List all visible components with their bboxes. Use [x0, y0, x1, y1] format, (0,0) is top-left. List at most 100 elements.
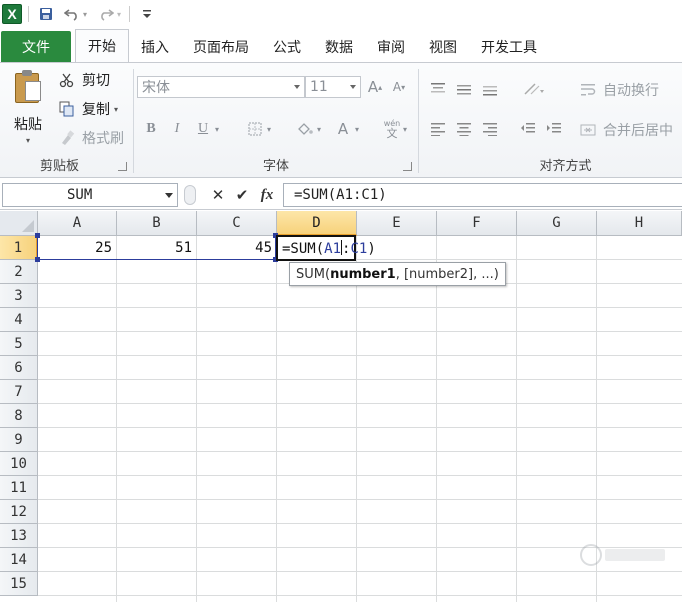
- row-header-6[interactable]: 6: [0, 356, 38, 380]
- align-middle-button[interactable]: [453, 78, 475, 100]
- column-header-e[interactable]: E: [357, 211, 437, 236]
- fill-color-dropdown-icon[interactable]: ▾: [314, 118, 324, 140]
- paste-button[interactable]: 粘贴 ▾: [8, 69, 48, 145]
- column-header-d[interactable]: D: [277, 211, 357, 236]
- tab-file[interactable]: 文件: [1, 31, 71, 62]
- increase-indent-button[interactable]: [543, 118, 565, 140]
- wrap-text-button[interactable]: 自动换行: [579, 79, 659, 101]
- undo-dropdown-icon[interactable]: ▾: [81, 5, 89, 23]
- cut-button[interactable]: 剪切: [58, 69, 110, 91]
- range-handle[interactable]: [35, 233, 40, 238]
- formula-input[interactable]: =SUM(A1:C1): [283, 183, 682, 207]
- row-header-3[interactable]: 3: [0, 284, 38, 308]
- row-header-7[interactable]: 7: [0, 380, 38, 404]
- column-header-c[interactable]: C: [197, 211, 277, 236]
- row-header-8[interactable]: 8: [0, 404, 38, 428]
- tab-insert[interactable]: 插入: [129, 31, 181, 62]
- tooltip-function[interactable]: SUM(: [296, 267, 330, 282]
- align-center-button[interactable]: [453, 118, 475, 140]
- row-header-5[interactable]: 5: [0, 332, 38, 356]
- row-header-14[interactable]: 14: [0, 548, 38, 572]
- align-left-button[interactable]: [427, 118, 449, 140]
- font-name-dropdown-icon[interactable]: [294, 85, 300, 89]
- cancel-icon[interactable]: ✕: [208, 184, 228, 206]
- name-box-dropdown-icon[interactable]: [165, 193, 173, 198]
- merge-cells-icon: [579, 121, 597, 139]
- clipboard-dialog-launcher-icon[interactable]: [118, 162, 127, 171]
- redo-dropdown-icon[interactable]: ▾: [115, 5, 123, 23]
- row-header-4[interactable]: 4: [0, 308, 38, 332]
- grow-font-button[interactable]: A ▴: [364, 76, 386, 98]
- row-header-13[interactable]: 13: [0, 524, 38, 548]
- font-size-dropdown-icon[interactable]: [350, 85, 356, 89]
- range-handle[interactable]: [35, 257, 40, 262]
- orientation-button[interactable]: [519, 78, 549, 100]
- row-header-1[interactable]: 1: [0, 236, 38, 260]
- merge-center-button[interactable]: 合并后居中: [579, 119, 673, 141]
- function-argument-tooltip[interactable]: SUM(number1, [number2], ...): [289, 262, 506, 286]
- font-name-combo[interactable]: 宋体: [137, 76, 305, 98]
- shrink-font-button[interactable]: A ▾: [388, 76, 410, 98]
- font-color-button[interactable]: A: [332, 118, 354, 140]
- column-header-f[interactable]: F: [437, 211, 517, 236]
- font-size-combo[interactable]: 11: [305, 76, 361, 98]
- column-header-g[interactable]: G: [517, 211, 597, 236]
- row-header-15[interactable]: 15: [0, 572, 38, 596]
- format-painter-button[interactable]: 格式刷: [58, 127, 124, 149]
- worksheet-grid[interactable]: A B C D E F G H 1 2 3 4 5 6 7 8 9 10 11 …: [0, 211, 682, 602]
- align-bottom-button[interactable]: [479, 78, 501, 100]
- enter-icon[interactable]: ✔: [232, 184, 252, 206]
- underline-button[interactable]: U: [192, 118, 214, 140]
- alignment-group-label: 对齐方式: [539, 159, 592, 174]
- undo-icon[interactable]: [63, 5, 81, 23]
- tab-page-layout[interactable]: 页面布局: [181, 31, 261, 62]
- font-group: 宋体 11 A ▴ A ▾ B I U ▾ ▾ ▾ A ▾ wén 文 ▾ 字体: [134, 63, 418, 177]
- save-icon[interactable]: [37, 5, 55, 23]
- column-header-a[interactable]: A: [38, 211, 117, 236]
- name-box[interactable]: SUM: [2, 183, 178, 207]
- italic-button[interactable]: I: [166, 118, 188, 140]
- font-name-value: 宋体: [142, 80, 170, 96]
- tab-developer[interactable]: 开发工具: [469, 31, 549, 62]
- customize-qat-icon[interactable]: [138, 5, 156, 23]
- formula-bar-splitter[interactable]: [184, 185, 196, 205]
- alignment-group: 自动换行 合并后居中 对齐方式: [419, 63, 682, 177]
- increase-indent-icon: [547, 123, 561, 133]
- font-color-dropdown-icon[interactable]: ▾: [352, 118, 362, 140]
- copy-dropdown-icon[interactable]: ▾: [114, 105, 118, 114]
- redo-icon[interactable]: [97, 5, 115, 23]
- tooltip-arg-number1[interactable]: number1: [330, 267, 396, 282]
- qat-separator: [28, 6, 29, 22]
- align-right-icon: [483, 123, 497, 136]
- underline-dropdown-icon[interactable]: ▾: [212, 118, 222, 140]
- phonetic-dropdown-icon[interactable]: ▾: [400, 118, 410, 140]
- cell-edit-text[interactable]: =SUM(A1:C1): [282, 240, 376, 257]
- tab-formulas[interactable]: 公式: [261, 31, 313, 62]
- align-top-button[interactable]: [427, 78, 449, 100]
- select-all-corner[interactable]: [0, 211, 38, 236]
- insert-function-icon[interactable]: fx: [257, 184, 277, 206]
- decrease-indent-button[interactable]: [517, 118, 539, 140]
- row-header-9[interactable]: 9: [0, 428, 38, 452]
- paste-dropdown-icon[interactable]: ▾: [26, 136, 30, 145]
- font-group-label: 字体: [262, 159, 289, 174]
- column-header-h[interactable]: H: [597, 211, 682, 236]
- column-header-b[interactable]: B: [117, 211, 197, 236]
- tab-review[interactable]: 审阅: [365, 31, 417, 62]
- tooltip-rest: , [number2], ...): [395, 266, 499, 282]
- align-right-button[interactable]: [479, 118, 501, 140]
- row-header-10[interactable]: 10: [0, 452, 38, 476]
- copy-button[interactable]: 复制 ▾: [58, 98, 118, 120]
- tab-data[interactable]: 数据: [313, 31, 365, 62]
- borders-dropdown-icon[interactable]: ▾: [264, 118, 274, 140]
- active-cell-d1[interactable]: =SUM(A1:C1): [276, 235, 376, 261]
- borders-button[interactable]: [244, 118, 266, 140]
- tab-view[interactable]: 视图: [417, 31, 469, 62]
- row-header-12[interactable]: 12: [0, 500, 38, 524]
- row-header-11[interactable]: 11: [0, 476, 38, 500]
- fill-color-button[interactable]: [294, 118, 316, 140]
- tab-home[interactable]: 开始: [75, 29, 129, 62]
- bold-button[interactable]: B: [140, 118, 162, 140]
- row-header-2[interactable]: 2: [0, 260, 38, 284]
- font-dialog-launcher-icon[interactable]: [403, 162, 412, 171]
